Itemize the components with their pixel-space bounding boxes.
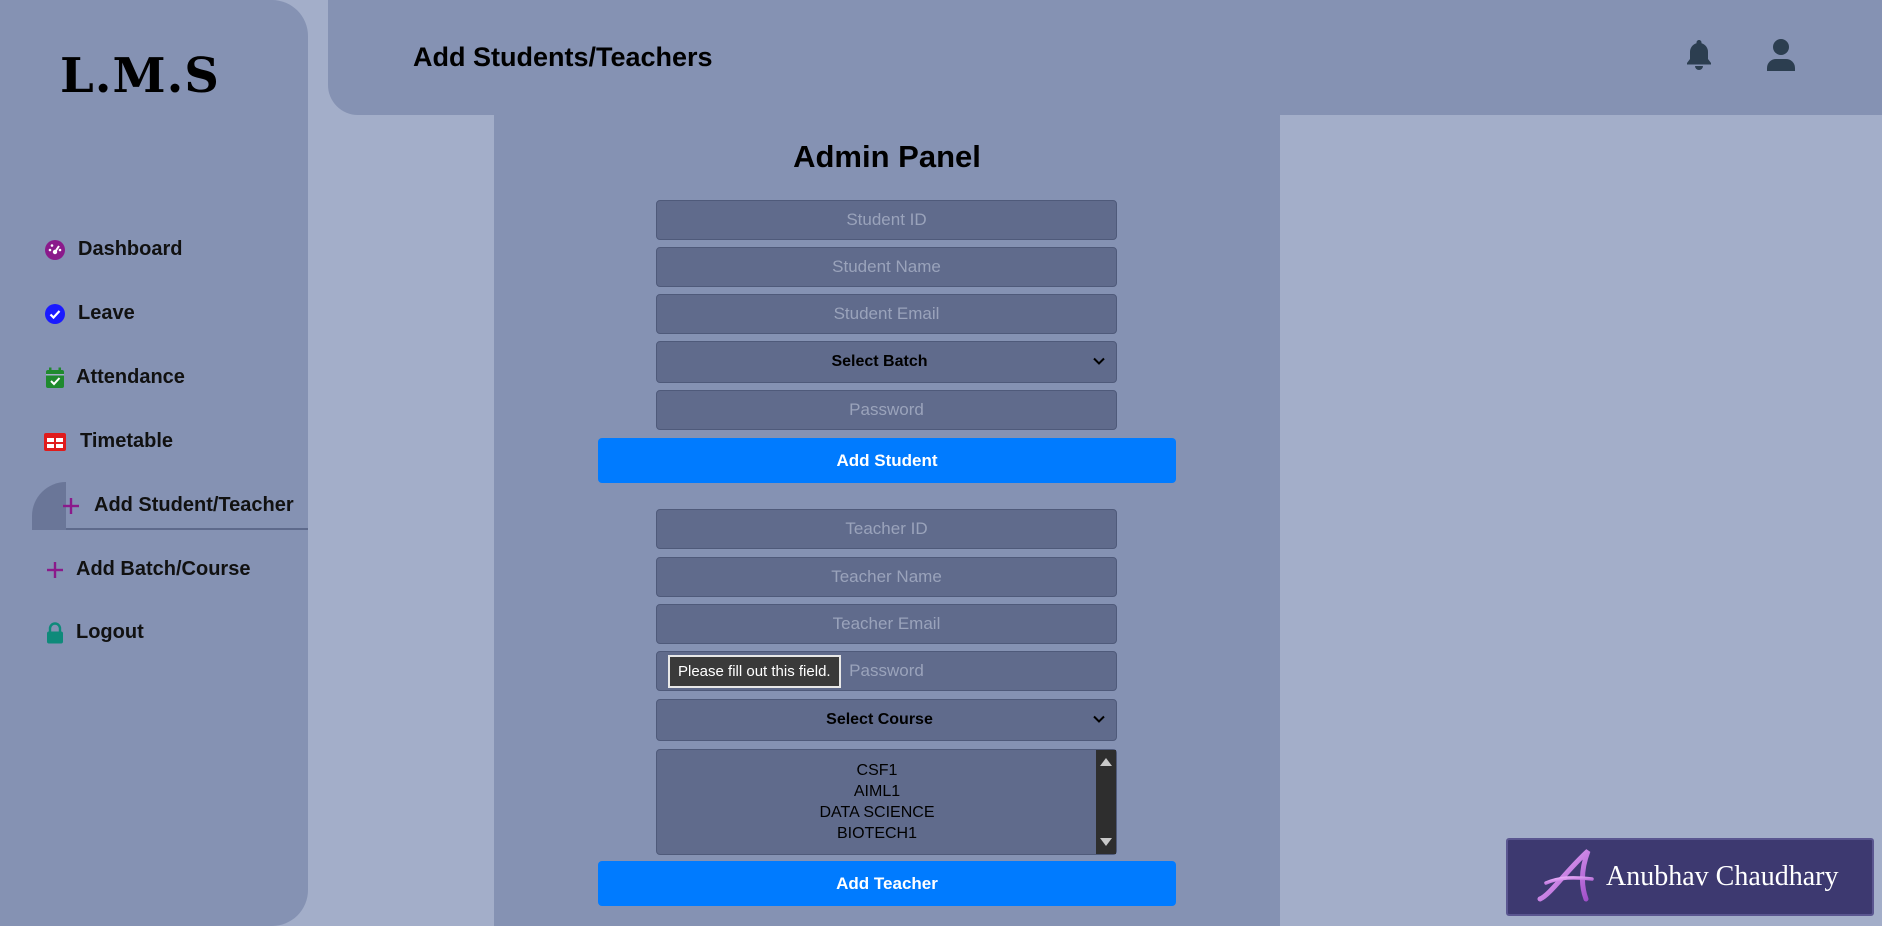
dashboard-gauge-icon [44, 239, 66, 261]
batch-option[interactable]: CSF1 [657, 760, 1097, 781]
scroll-down-arrow-icon [1100, 838, 1112, 846]
page-title: Add Students/Teachers [413, 42, 713, 72]
app-logo: L.M.S [60, 48, 220, 104]
chevron-down-icon [1092, 712, 1106, 731]
teacher-name-field[interactable] [656, 557, 1117, 597]
lock-icon [44, 621, 66, 644]
student-password-field[interactable] [656, 390, 1117, 430]
batch-select-value: Select Batch [831, 353, 928, 370]
add-student-button[interactable]: Add Student [598, 438, 1176, 483]
author-name: Anubhav Chaudhary [1606, 861, 1839, 892]
course-select[interactable]: Select Course [656, 699, 1117, 741]
sidebar-item-dashboard[interactable]: Dashboard [44, 238, 182, 261]
sidebar-item-leave[interactable]: Leave [44, 302, 135, 325]
check-circle-icon [44, 303, 66, 325]
sidebar-item-label: Attendance [76, 366, 185, 388]
calendar-check-icon [44, 367, 66, 389]
top-header: Add Students/Teachers [328, 0, 1882, 115]
sidebar-item-label: Add Batch/Course [76, 558, 251, 580]
teacher-email-field[interactable] [656, 604, 1117, 644]
sidebar-item-label: Timetable [80, 430, 173, 452]
student-name-field[interactable] [656, 247, 1117, 287]
sidebar-item-label: Dashboard [78, 238, 183, 260]
bell-icon[interactable] [1684, 38, 1714, 77]
batch-option[interactable]: DATA SCIENCE [657, 802, 1097, 823]
teacher-id-field[interactable] [656, 509, 1117, 549]
panel-title: Admin Panel [793, 139, 981, 174]
student-id-field[interactable] [656, 200, 1117, 240]
listbox-scrollbar[interactable] [1096, 750, 1116, 854]
sidebar-item-add-student-teacher[interactable]: Add Student/Teacher [60, 494, 294, 517]
student-email-field[interactable] [656, 294, 1117, 334]
plus-icon [60, 495, 82, 517]
add-teacher-button[interactable]: Add Teacher [598, 861, 1176, 906]
course-select-value: Select Course [826, 711, 933, 728]
scroll-up-arrow-icon [1100, 758, 1112, 766]
chevron-down-icon [1092, 354, 1106, 373]
batch-option[interactable]: AIML1 [657, 781, 1097, 802]
sidebar-item-add-batch-course[interactable]: Add Batch/Course [44, 558, 250, 581]
sidebar-item-logout[interactable]: Logout [44, 621, 144, 644]
admin-panel: Admin Panel Select Batch Add Student Sel… [494, 115, 1280, 926]
plus-icon [44, 559, 66, 581]
sidebar-item-label: Add Student/Teacher [94, 494, 294, 516]
sidebar-item-attendance[interactable]: Attendance [44, 366, 185, 389]
batch-multiselect[interactable]: CSF1 AIML1 DATA SCIENCE BIOTECH1 [656, 749, 1117, 855]
batch-option[interactable]: BIOTECH1 [657, 823, 1097, 844]
sidebar-item-timetable[interactable]: Timetable [44, 430, 173, 453]
validation-tooltip: Please fill out this field. [668, 655, 841, 688]
author-watermark: Anubhav Chaudhary [1506, 838, 1874, 916]
sidebar: L.M.S Dashboard Leave Attendance Timetab… [0, 0, 308, 926]
author-logo-icon [1536, 847, 1600, 908]
sidebar-item-label: Leave [78, 302, 135, 324]
sidebar-item-label: Logout [76, 621, 144, 643]
table-icon [44, 431, 66, 453]
batch-select[interactable]: Select Batch [656, 341, 1117, 383]
batch-options: CSF1 AIML1 DATA SCIENCE BIOTECH1 [657, 760, 1097, 844]
user-icon[interactable] [1766, 38, 1796, 77]
